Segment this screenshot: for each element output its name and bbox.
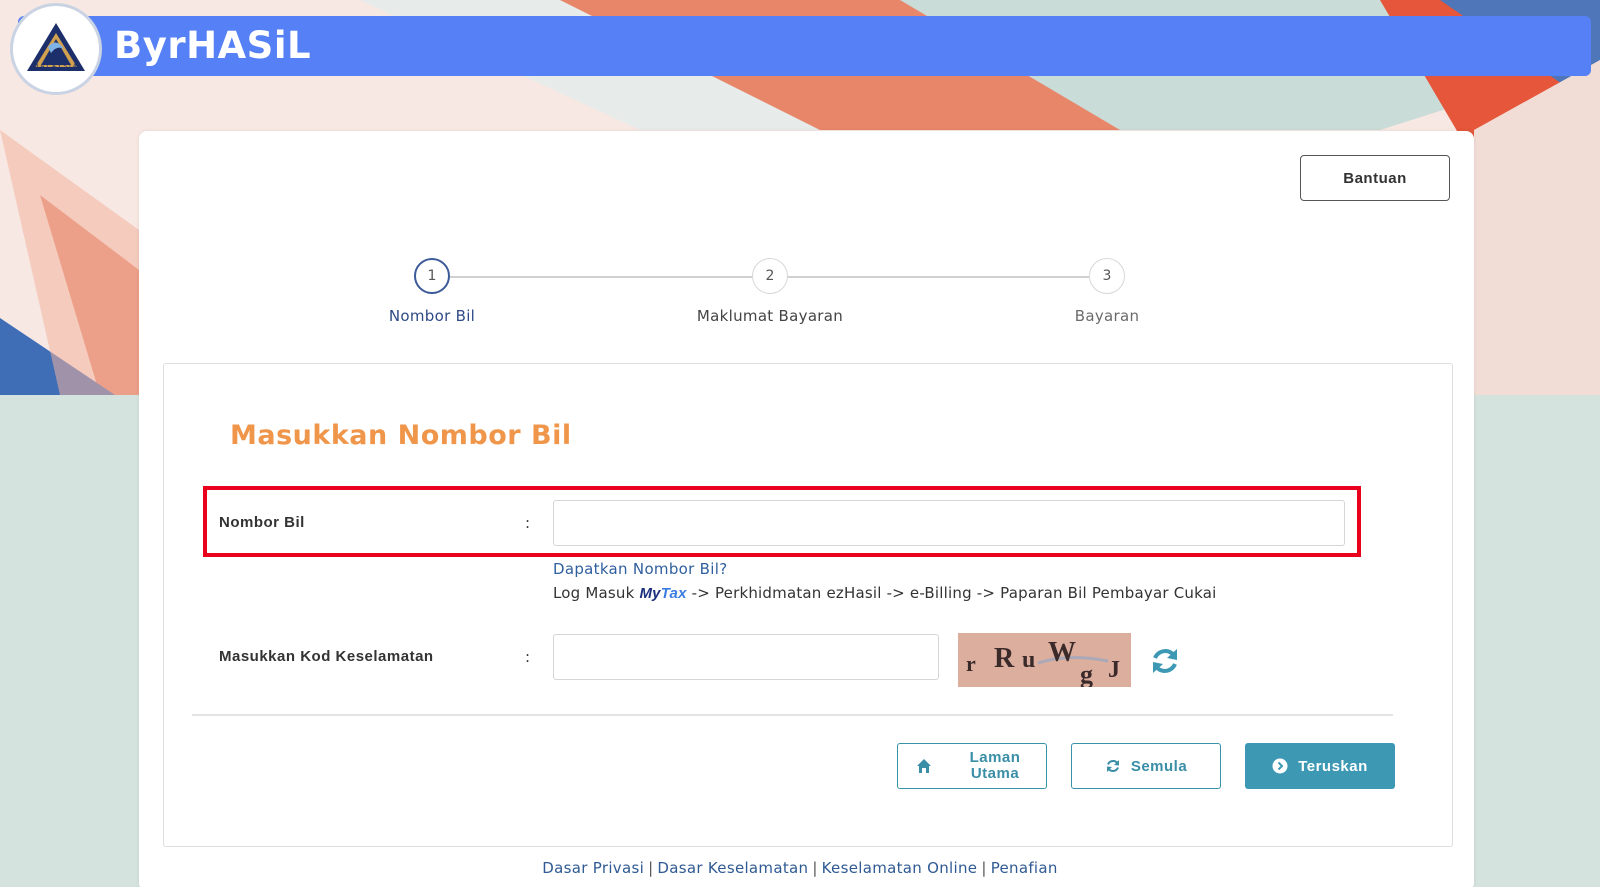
bill-number-input[interactable]	[553, 500, 1345, 546]
captcha-char: R	[994, 643, 1015, 674]
step-2-label: Maklumat Bayaran	[696, 307, 844, 325]
home-button-label: Laman Utama	[950, 750, 1040, 782]
home-button[interactable]: Laman Utama	[897, 743, 1047, 789]
step-3-label: Bayaran	[1074, 307, 1140, 325]
security-code-label: Masukkan Kod Keselamatan	[219, 648, 434, 665]
mytax-my: My	[639, 585, 661, 602]
reset-button-label: Semula	[1130, 757, 1188, 775]
refresh-captcha-icon[interactable]	[1149, 645, 1181, 677]
mytax-logo: MyTax	[639, 585, 686, 602]
security-code-input[interactable]	[553, 634, 939, 680]
step-1-circle: 1	[414, 258, 450, 294]
captcha-char: J	[1108, 657, 1120, 683]
security-code-colon: :	[525, 648, 531, 666]
section-title: Masukkan Nombor Bil	[230, 420, 572, 451]
footer-link-disclaimer[interactable]: Penafian	[991, 859, 1058, 877]
step-3-circle: 3	[1089, 258, 1125, 294]
form-divider	[192, 714, 1393, 716]
footer-link-online-security[interactable]: Keselamatan Online	[822, 859, 978, 877]
home-label-line2: Utama	[970, 765, 1020, 782]
captcha-char: g	[1080, 660, 1093, 687]
help-path-prefix: Log Masuk	[553, 584, 635, 602]
footer-separator: |	[648, 859, 654, 877]
captcha-image: r R u W g J	[958, 633, 1131, 687]
bill-number-colon: :	[525, 514, 531, 532]
footer-link-security-policy[interactable]: Dasar Keselamatan	[657, 859, 808, 877]
continue-button[interactable]: Teruskan	[1245, 743, 1395, 789]
mytax-tax: Tax	[660, 585, 687, 602]
footer-separator: |	[812, 859, 818, 877]
home-label-line1: Laman	[969, 749, 1021, 766]
step-2-circle: 2	[752, 258, 788, 294]
get-bill-number-link[interactable]: Dapatkan Nombor Bil?	[553, 560, 727, 578]
captcha-char: u	[1022, 647, 1035, 673]
bill-number-label: Nombor Bil	[219, 514, 305, 531]
app-title: ByrHASiL	[114, 24, 312, 67]
stepper-line-1	[450, 276, 785, 278]
help-button[interactable]: Bantuan	[1300, 155, 1450, 201]
footer-links: Dasar Privasi | Dasar Keselamatan | Keselama…	[0, 859, 1600, 877]
reset-button[interactable]: Semula	[1071, 743, 1221, 789]
lhdn-emblem-icon	[27, 23, 85, 71]
logo-subtext: MALAYSIA	[33, 63, 79, 70]
step-1-label: Nombor Bil	[388, 307, 476, 325]
captcha-char: W	[1048, 637, 1076, 668]
help-path-suffix: -> Perkhidmatan ezHasil -> e-Billing -> …	[691, 584, 1217, 602]
reset-icon	[1106, 760, 1119, 772]
footer-link-privacy[interactable]: Dasar Privasi	[542, 859, 644, 877]
stepper-line-2	[787, 276, 1107, 278]
chevron-right-circle-icon	[1272, 758, 1288, 774]
lhdn-logo[interactable]: MALAYSIA	[10, 3, 102, 95]
captcha-char: r	[966, 651, 976, 676]
continue-button-label: Teruskan	[1298, 757, 1368, 775]
help-path-text: Log Masuk MyTax -> Perkhidmatan ezHasil …	[553, 584, 1216, 602]
home-icon	[917, 759, 931, 773]
footer-separator: |	[981, 859, 987, 877]
